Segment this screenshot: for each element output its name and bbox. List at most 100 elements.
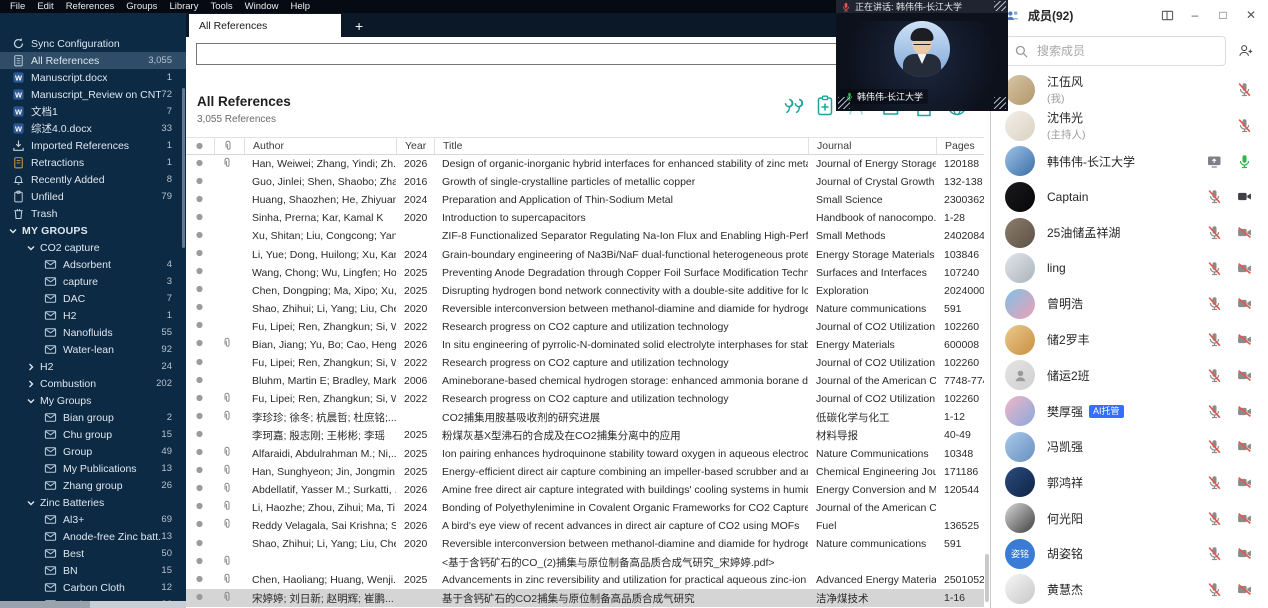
sidebar-group-zinc-batteries[interactable]: Zinc Batteries bbox=[0, 494, 186, 511]
sidebar-scrollbar[interactable] bbox=[182, 88, 185, 248]
sidebar-item-all-references[interactable]: All References3,055 bbox=[0, 52, 186, 69]
column-attachment[interactable] bbox=[214, 138, 244, 154]
member-row[interactable]: 樊厚强AI托管 bbox=[991, 393, 1268, 429]
table-row[interactable]: Li, Yue; Dong, Huilong; Xu, Kan...2024Gr… bbox=[186, 245, 984, 263]
member-row[interactable]: 25油储孟祥湖 bbox=[991, 215, 1268, 251]
sidebar-group-h2[interactable]: H21 bbox=[0, 307, 186, 324]
table-row[interactable]: Li, Haozhe; Zhou, Zihui; Ma, Ti...2024Bo… bbox=[186, 499, 984, 517]
table-scrollbar[interactable] bbox=[985, 554, 989, 602]
column-year[interactable]: Year bbox=[396, 138, 434, 154]
table-row[interactable]: Xu, Shitan; Liu, Congcong; Yan...ZIF-8 F… bbox=[186, 227, 984, 245]
table-row[interactable]: Alfaraidi, Abdulrahman M.; Ni,...2025Ion… bbox=[186, 445, 984, 463]
quote-icon[interactable] bbox=[781, 95, 803, 117]
column-author[interactable]: Author bbox=[244, 138, 396, 154]
table-row[interactable]: Fu, Lipei; Ren, Zhangkun; Si, W...2022Re… bbox=[186, 318, 984, 336]
camera-muted-icon[interactable] bbox=[1237, 332, 1252, 347]
tab-all-references[interactable]: All References bbox=[189, 14, 341, 37]
sidebar-group-carbon-cloth[interactable]: Carbon Cloth12 bbox=[0, 579, 186, 596]
sidebar-group-bn[interactable]: BN15 bbox=[0, 562, 186, 579]
table-row[interactable]: Chen, Dongping; Ma, Xipo; Xu,...2025Disr… bbox=[186, 282, 984, 300]
clipboard-add-icon[interactable] bbox=[814, 95, 836, 117]
chevron-right-icon[interactable] bbox=[26, 379, 36, 389]
table-row[interactable]: Han, Sunghyeon; Jin, Jongmin; ...2025Ene… bbox=[186, 463, 984, 481]
table-row[interactable]: Wang, Chong; Wu, Lingfen; Ho...2025Preve… bbox=[186, 264, 984, 282]
sidebar-group-nanofluids[interactable]: Nanofluids55 bbox=[0, 324, 186, 341]
mic-muted-icon[interactable] bbox=[1207, 261, 1222, 276]
sidebar-group-h2[interactable]: H224 bbox=[0, 358, 186, 375]
column-pages[interactable]: Pages bbox=[936, 138, 984, 154]
member-row[interactable]: Captain bbox=[991, 179, 1268, 215]
table-row[interactable]: 宋婷婷; 刘日新; 赵明辉; 崔鹏...基于含钙矿石的CO2捕集与原位制备高品质… bbox=[186, 589, 984, 607]
table-row[interactable]: Fu, Lipei; Ren, Zhangkun; Si, W...2022Re… bbox=[186, 354, 984, 372]
camera-muted-icon[interactable] bbox=[1237, 225, 1252, 240]
member-row[interactable]: 江伍风(我) bbox=[991, 72, 1268, 108]
scrollbar-thumb[interactable] bbox=[0, 601, 90, 608]
table-row[interactable]: Han, Weiwei; Zhang, Yindi; Zh...2026Desi… bbox=[186, 155, 984, 173]
menu-tools[interactable]: Tools bbox=[204, 0, 238, 13]
sidebar-group-adsorbent[interactable]: Adsorbent4 bbox=[0, 256, 186, 273]
mic-muted-icon[interactable] bbox=[1237, 82, 1252, 97]
table-row[interactable]: Abdellatif, Yasser M.; Surkatti, ...2026… bbox=[186, 481, 984, 499]
table-row[interactable]: Fu, Lipei; Ren, Zhangkun; Si, W...2022Re… bbox=[186, 390, 984, 408]
sidebar-item-文档1[interactable]: W文档17 bbox=[0, 103, 186, 120]
mic-muted-icon[interactable] bbox=[1207, 404, 1222, 419]
camera-muted-icon[interactable] bbox=[1237, 546, 1252, 561]
sidebar-group-zhang-group[interactable]: Zhang group26 bbox=[0, 477, 186, 494]
resize-handle[interactable] bbox=[838, 97, 850, 109]
sidebar-item-manuscript-docx[interactable]: WManuscript.docx1 bbox=[0, 69, 186, 86]
column-read-status[interactable] bbox=[186, 138, 214, 154]
table-row[interactable]: Shao, Zhihui; Li, Yang; Liu, Che...2020R… bbox=[186, 535, 984, 553]
table-row[interactable]: Bian, Jiang; Yu, Bo; Cao, Heng...2026In … bbox=[186, 336, 984, 354]
sidebar-group-combustion[interactable]: Combustion202 bbox=[0, 375, 186, 392]
camera-muted-icon[interactable] bbox=[1237, 296, 1252, 311]
chevron-down-icon[interactable] bbox=[26, 498, 36, 508]
sidebar-group-co2-capture[interactable]: CO2 capture bbox=[0, 239, 186, 256]
sidebar-group-dac[interactable]: DAC7 bbox=[0, 290, 186, 307]
sidebar-group-group[interactable]: Group49 bbox=[0, 443, 186, 460]
maximize-button[interactable]: □ bbox=[1216, 8, 1230, 22]
camera-muted-icon[interactable] bbox=[1237, 582, 1252, 597]
sidebar-group-water-lean[interactable]: Water-lean92 bbox=[0, 341, 186, 358]
table-row[interactable]: Reddy Velagala, Sai Krishna; S...2026A b… bbox=[186, 517, 984, 535]
panel-toggle-icon[interactable] bbox=[1160, 8, 1174, 22]
member-row[interactable]: 冯凯强 bbox=[991, 429, 1268, 465]
member-row[interactable]: 储运2班 bbox=[991, 358, 1268, 394]
member-row[interactable]: 郭鸿祥 bbox=[991, 465, 1268, 501]
sidebar-item-trash[interactable]: Trash bbox=[0, 205, 186, 222]
member-row[interactable]: 沈伟光(主持人) bbox=[991, 108, 1268, 144]
mic-muted-icon[interactable] bbox=[1207, 225, 1222, 240]
table-row[interactable]: <基于含钙矿石的CO_(2)捕集与原位制备高品质合成气研究_宋婷婷.pdf> bbox=[186, 553, 984, 571]
member-row[interactable]: 姿铭胡姿铭 bbox=[991, 536, 1268, 572]
camera-muted-icon[interactable] bbox=[1237, 368, 1252, 383]
mic-muted-icon[interactable] bbox=[1207, 511, 1222, 526]
camera-on-icon[interactable] bbox=[1237, 189, 1252, 204]
sidebar-item-综述4-0-docx[interactable]: W综述4.0.docx33 bbox=[0, 120, 186, 137]
column-title[interactable]: Title bbox=[434, 138, 808, 154]
sidebar-group-chu-group[interactable]: Chu group15 bbox=[0, 426, 186, 443]
table-row[interactable]: 李珂嘉; 殷志刚; 王彬彬; 李瑶2025粉煤灰基X型沸石的合成及在CO2捕集分… bbox=[186, 426, 984, 444]
sidebar-item-imported-references[interactable]: Imported References1 bbox=[0, 137, 186, 154]
sidebar-group-my-groups[interactable]: My Groups bbox=[0, 392, 186, 409]
member-row[interactable]: 曾明浩 bbox=[991, 286, 1268, 322]
mic-muted-icon[interactable] bbox=[1207, 189, 1222, 204]
member-row[interactable]: 黄慧杰 bbox=[991, 572, 1268, 608]
menu-groups[interactable]: Groups bbox=[120, 0, 163, 13]
sidebar-group-my-publications[interactable]: My Publications13 bbox=[0, 460, 186, 477]
sidebar-group-al3[interactable]: Al3+69 bbox=[0, 511, 186, 528]
menu-library[interactable]: Library bbox=[163, 0, 204, 13]
menu-help[interactable]: Help bbox=[284, 0, 316, 13]
sidebar-item-recently-added[interactable]: Recently Added8 bbox=[0, 171, 186, 188]
mic-muted-icon[interactable] bbox=[1207, 439, 1222, 454]
menu-window[interactable]: Window bbox=[239, 0, 285, 13]
camera-muted-icon[interactable] bbox=[1237, 511, 1252, 526]
mic-muted-icon[interactable] bbox=[1207, 546, 1222, 561]
member-row[interactable]: 何光阳 bbox=[991, 500, 1268, 536]
camera-muted-icon[interactable] bbox=[1237, 404, 1252, 419]
close-button[interactable]: ✕ bbox=[1244, 8, 1258, 22]
table-row[interactable]: Huang, Shaozhen; He, Zhiyuan...2024Prepa… bbox=[186, 191, 984, 209]
camera-muted-icon[interactable] bbox=[1237, 439, 1252, 454]
sidebar-group-best[interactable]: Best50 bbox=[0, 545, 186, 562]
resize-handle[interactable] bbox=[994, 97, 1006, 109]
mic-muted-icon[interactable] bbox=[1207, 368, 1222, 383]
table-row[interactable]: Shao, Zhihui; Li, Yang; Liu, Che...2020R… bbox=[186, 300, 984, 318]
